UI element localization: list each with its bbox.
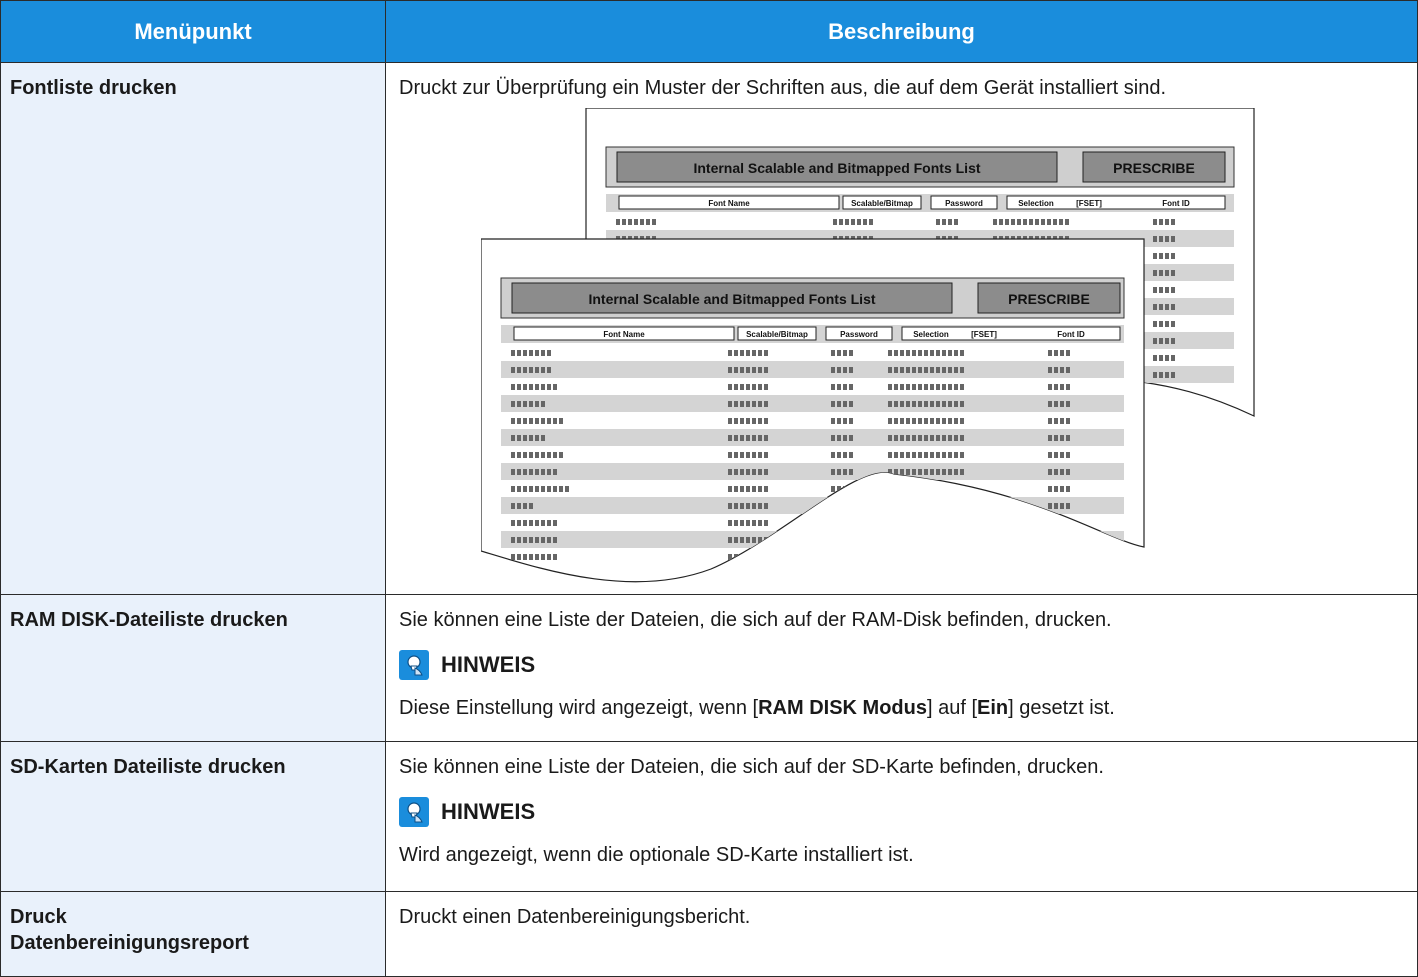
menu-item-ramdisk: RAM DISK-Dateiliste drucken xyxy=(0,594,386,742)
svg-text:Selection: Selection xyxy=(913,330,949,339)
svg-text:Font Name: Font Name xyxy=(603,330,645,339)
table-row: RAM DISK-Dateiliste drucken Sie können e… xyxy=(0,594,1418,742)
svg-text:[FSET]: [FSET] xyxy=(971,330,997,339)
table-row: Fontliste drucken Druckt zur Überprüfung… xyxy=(0,62,1418,595)
lightbulb-hand-icon xyxy=(399,650,429,680)
svg-text:Internal Scalable and Bitmappe: Internal Scalable and Bitmapped Fonts Li… xyxy=(693,160,980,176)
font-list-printout-image: Internal Scalable and Bitmapped Fonts Li… xyxy=(481,108,1255,583)
svg-text:[FSET]: [FSET] xyxy=(1076,199,1102,208)
header-description: Beschreibung xyxy=(385,0,1418,63)
svg-text:Selection: Selection xyxy=(1018,199,1054,208)
svg-text:Password: Password xyxy=(945,199,983,208)
menu-item-datenbereinigung: Druck Datenbereinigungsreport xyxy=(0,891,386,977)
description-text: Druckt zur Überprüfung ein Muster der Sc… xyxy=(399,77,1167,99)
svg-text:Font ID: Font ID xyxy=(1162,199,1190,208)
svg-text:Password: Password xyxy=(840,330,878,339)
table-row: Druck Datenbereinigungsreport Druckt ein… xyxy=(0,891,1418,977)
note-bold-ein: Ein xyxy=(977,697,1009,719)
note-title: HINWEIS xyxy=(441,652,536,677)
description-cell: Sie können eine Liste der Dateien, die s… xyxy=(385,741,1418,892)
lightbulb-hand-icon xyxy=(399,797,429,827)
svg-text:Internal Scalable and Bitmappe: Internal Scalable and Bitmapped Fonts Li… xyxy=(588,291,875,307)
description-text: Druckt einen Datenbereinigungsbericht. xyxy=(399,906,751,928)
note-title: HINWEIS xyxy=(441,799,536,824)
svg-text:PRESCRIBE: PRESCRIBE xyxy=(1113,160,1195,176)
note-heading: HINWEIS xyxy=(399,797,1407,827)
note-bold-ramdisk-modus: RAM DISK Modus xyxy=(758,697,927,719)
table-row: SD-Karten Dateiliste drucken Sie können … xyxy=(0,741,1418,892)
svg-text:Font ID: Font ID xyxy=(1057,330,1085,339)
svg-text:Font Name: Font Name xyxy=(708,199,750,208)
note-text: Diese Einstellung wird angezeigt, wenn [… xyxy=(399,697,1115,719)
note-heading: HINWEIS xyxy=(399,650,1407,680)
svg-text:PRESCRIBE: PRESCRIBE xyxy=(1008,291,1090,307)
note-text: Wird angezeigt, wenn die optionale SD-Ka… xyxy=(399,844,914,866)
menu-item-sdkarte: SD-Karten Dateiliste drucken xyxy=(0,741,386,892)
font-list-illustration: Internal Scalable and Bitmapped Fonts Li… xyxy=(481,108,1261,584)
description-cell: Druckt einen Datenbereinigungsbericht. xyxy=(385,891,1418,977)
description-cell: Sie können eine Liste der Dateien, die s… xyxy=(385,594,1418,742)
menu-table: Menüpunkt Beschreibung Fontliste drucken… xyxy=(0,0,1418,977)
description-cell: Druckt zur Überprüfung ein Muster der Sc… xyxy=(385,62,1418,595)
svg-text:Scalable/Bitmap: Scalable/Bitmap xyxy=(851,199,913,208)
menu-item-fontliste: Fontliste drucken xyxy=(0,62,386,595)
description-text: Sie können eine Liste der Dateien, die s… xyxy=(399,756,1104,778)
header-menuitem: Menüpunkt xyxy=(0,0,386,63)
svg-text:Scalable/Bitmap: Scalable/Bitmap xyxy=(746,330,808,339)
printout-front-sheet: Internal Scalable and Bitmapped Fonts Li… xyxy=(481,238,1145,583)
table-header-row: Menüpunkt Beschreibung xyxy=(0,0,1418,63)
description-text: Sie können eine Liste der Dateien, die s… xyxy=(399,609,1112,631)
